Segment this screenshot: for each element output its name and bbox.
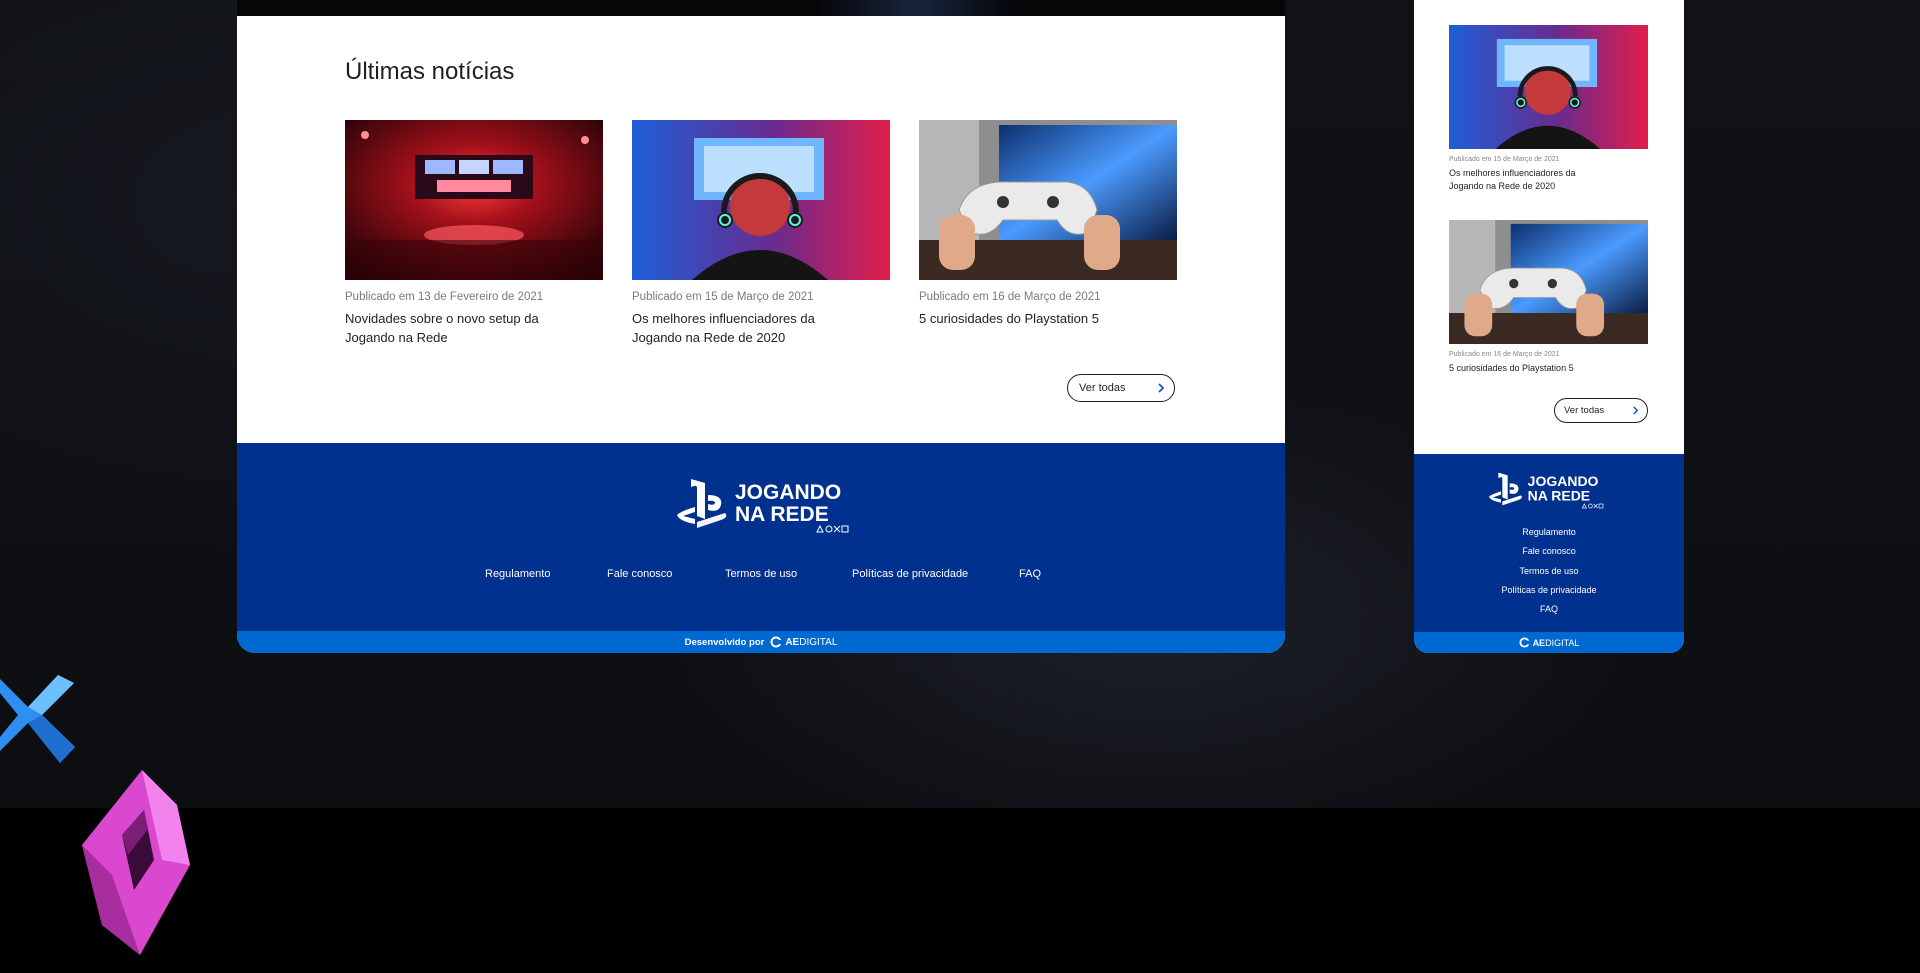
desktop-mockup: Últimas notícias Publicado em 13 de Feve…: [237, 0, 1285, 653]
developer-bar: AEDIGITAL: [1414, 632, 1684, 653]
ae-digital-logo[interactable]: AEDIGITAL: [770, 636, 837, 648]
news-card[interactable]: Publicado em 15 de Março de 2021 Os melh…: [1449, 25, 1648, 193]
ps-shapes-icon: [1581, 503, 1604, 509]
article-headline[interactable]: Os melhores influenciadores da Jogando n…: [632, 309, 847, 347]
mobile-mockup: Publicado em 15 de Março de 2021 Os melh…: [1414, 0, 1684, 653]
news-thumbnail[interactable]: [345, 120, 603, 280]
article-date: Publicado em 16 de Março de 2021: [1449, 351, 1560, 358]
chevron-right-icon: [1633, 406, 1639, 415]
ae-brand-light: DIGITAL: [799, 636, 838, 648]
ae-brand-bold: AE: [785, 636, 800, 648]
ps-shapes-icon: [816, 524, 849, 533]
article-date: Publicado em 13 de Fevereiro de 2021: [345, 291, 544, 303]
news-thumbnail[interactable]: [632, 120, 890, 280]
chevron-right-icon: [1158, 383, 1165, 393]
footer-link-privacidade[interactable]: Políticas de privacidade: [852, 568, 968, 580]
cross-shape-icon: [0, 675, 75, 763]
article-date: Publicado em 16 de Março de 2021: [919, 291, 1101, 303]
site-footer: JOGANDO NA REDE Regulamento Fale conosco…: [237, 443, 1285, 631]
site-logo[interactable]: JOGANDO NA REDE: [677, 475, 857, 540]
bottom-band: [0, 808, 1920, 973]
footer-link-termos[interactable]: Termos de uso: [725, 568, 797, 580]
footer-link-fale-conosco[interactable]: Fale conosco: [1414, 546, 1684, 556]
news-thumbnail[interactable]: [1449, 220, 1648, 344]
news-card[interactable]: Publicado em 13 de Fevereiro de 2021 Nov…: [345, 120, 603, 347]
see-all-label: Ver todas: [1564, 405, 1605, 416]
site-footer: JOGANDO NA REDE Regulamento Fale conosco…: [1414, 454, 1684, 632]
playstation-logo-icon: [677, 479, 727, 528]
see-all-button[interactable]: Ver todas: [1554, 398, 1648, 423]
news-section: Últimas notícias Publicado em 13 de Feve…: [237, 16, 1285, 443]
news-thumbnail[interactable]: [919, 120, 1177, 280]
site-logo[interactable]: JOGANDO NA REDE: [1488, 470, 1610, 515]
developer-bar: Desenvolvido por AEDIGITAL: [237, 631, 1285, 653]
developer-label: Desenvolvido por: [684, 636, 765, 648]
ae-digital-logo[interactable]: AEDIGITAL: [1519, 637, 1580, 648]
footer-link-fale-conosco[interactable]: Fale conosco: [607, 568, 672, 580]
see-all-button[interactable]: Ver todas: [1067, 374, 1175, 402]
news-card[interactable]: Publicado em 16 de Março de 2021 5 curio…: [1449, 220, 1648, 375]
ae-digital-logo-icon: [770, 636, 783, 648]
logo-line2: NA REDE: [735, 503, 829, 526]
hero-bottom-strip: [237, 0, 1285, 16]
news-thumbnail[interactable]: [1449, 25, 1648, 149]
footer-link-privacidade[interactable]: Políticas de privacidade: [1414, 585, 1684, 595]
section-title: Últimas notícias: [345, 58, 515, 85]
article-headline[interactable]: 5 curiosidades do Playstation 5: [919, 309, 1134, 328]
ae-brand-bold: AE: [1532, 637, 1546, 648]
article-date: Publicado em 15 de Março de 2021: [1449, 156, 1560, 163]
footer-link-regulamento[interactable]: Regulamento: [1414, 527, 1684, 537]
logo-line1: JOGANDO: [1528, 473, 1599, 489]
footer-link-faq[interactable]: FAQ: [1414, 604, 1684, 614]
footer-link-faq[interactable]: FAQ: [1019, 568, 1041, 580]
ae-brand-light: DIGITAL: [1545, 637, 1580, 648]
logo-line1: JOGANDO: [735, 481, 841, 504]
playstation-logo-icon: [1489, 472, 1522, 506]
footer-link-regulamento[interactable]: Regulamento: [485, 568, 550, 580]
logo-line2: NA REDE: [1528, 488, 1591, 504]
article-headline[interactable]: Novidades sobre o novo setup da Jogando …: [345, 309, 560, 347]
footer-link-termos[interactable]: Termos de uso: [1414, 566, 1684, 576]
article-date: Publicado em 15 de Março de 2021: [632, 291, 814, 303]
news-card[interactable]: Publicado em 16 de Março de 2021 5 curio…: [919, 120, 1177, 328]
see-all-label: Ver todas: [1079, 382, 1126, 394]
article-headline[interactable]: 5 curiosidades do Playstation 5: [1449, 362, 1609, 375]
news-card[interactable]: Publicado em 15 de Março de 2021 Os melh…: [632, 120, 890, 347]
square-shape-icon: [82, 770, 190, 955]
ae-digital-logo-icon: [1519, 637, 1530, 648]
article-headline[interactable]: Os melhores influenciadores da Jogando n…: [1449, 167, 1609, 193]
